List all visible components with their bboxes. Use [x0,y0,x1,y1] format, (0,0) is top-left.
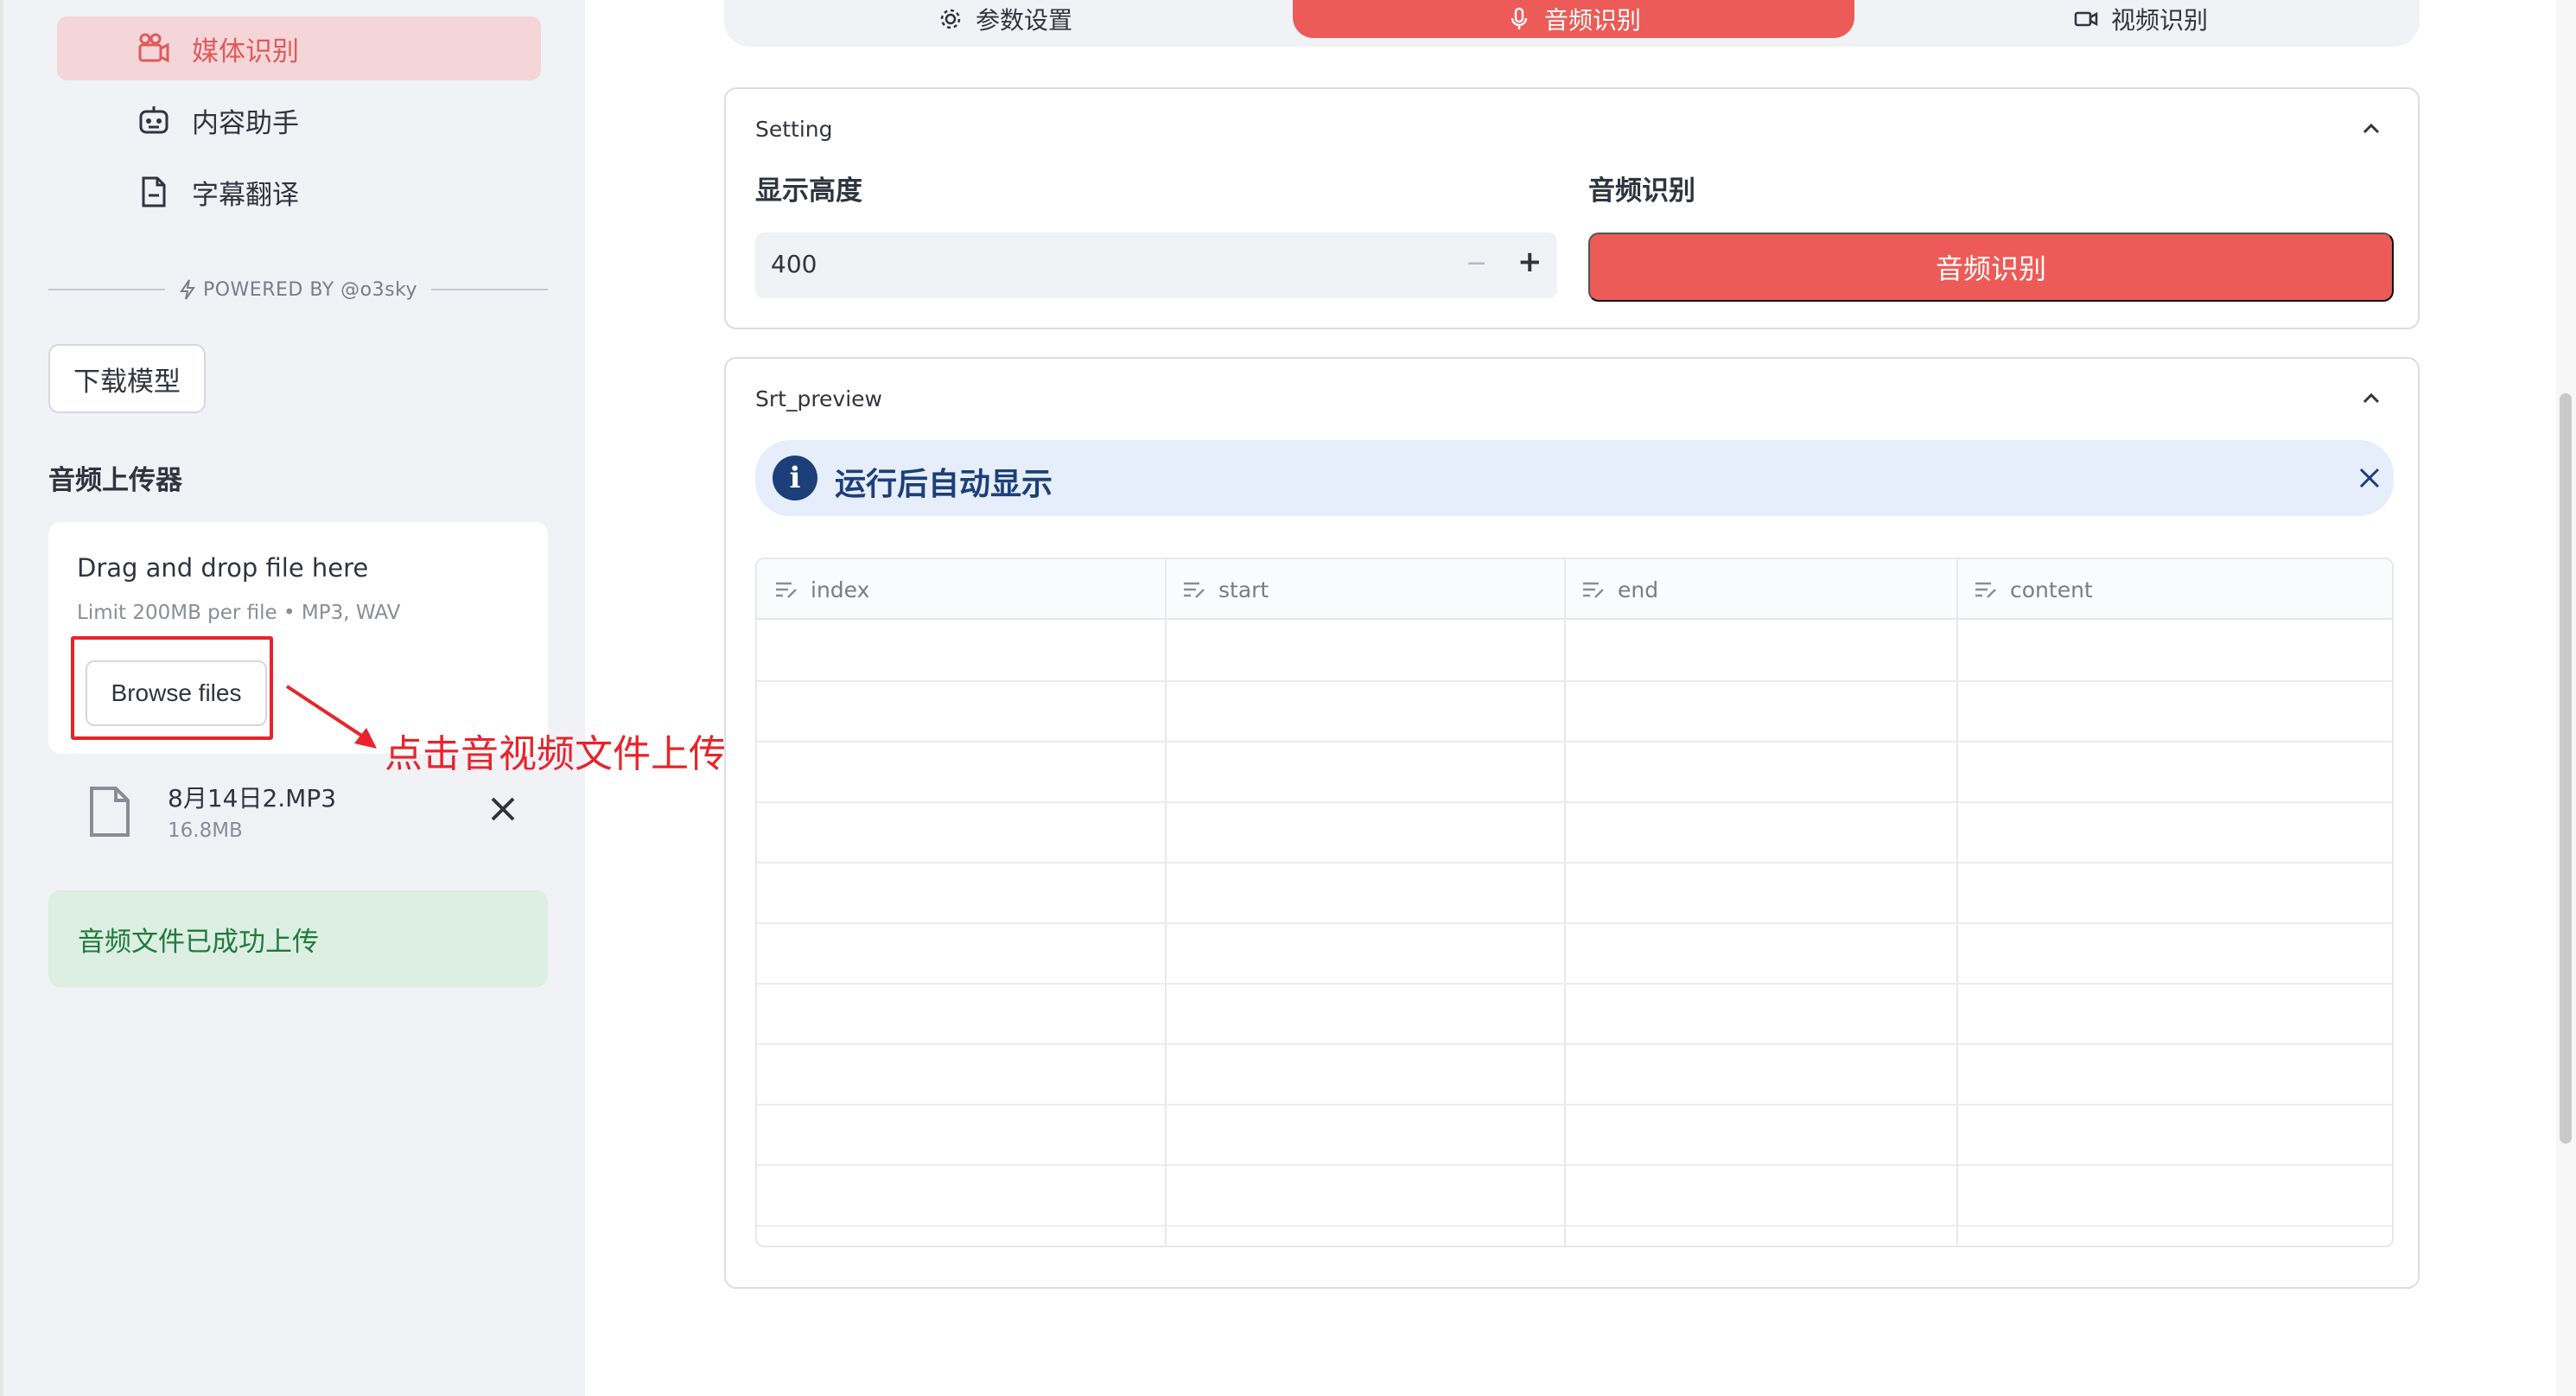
row-divider [757,1225,2392,1227]
row-divider [757,801,2392,803]
row-divider [757,922,2392,924]
media-icon [138,33,169,63]
gear-icon [940,9,961,29]
tab-audio-recognition[interactable]: 音频识别 [1293,0,1854,38]
remove-file-icon[interactable] [486,792,520,826]
setting-card: Setting 显示高度 音频识别 400 − + 音频识别 [724,87,2420,329]
recognize-label: 音频识别 [1588,175,1695,207]
text-column-icon [1975,582,1996,598]
chevron-up-icon[interactable] [2359,117,2383,141]
height-label: 显示高度 [755,175,862,207]
divider [431,289,549,290]
file-size: 16.8MB [168,819,243,842]
info-alert: i 运行后自动显示 [755,440,2394,516]
info-text: 运行后自动显示 [835,467,1053,502]
setting-card-title[interactable]: Setting [755,117,833,142]
tab-parameters[interactable]: 参数设置 [724,0,1286,38]
text-column-icon [1184,582,1205,598]
info-icon: i [773,456,817,500]
audio-recognize-button[interactable]: 音频识别 [1588,233,2394,302]
page-scrollbar-thumb[interactable] [2560,393,2572,1144]
column-divider [1956,559,1958,1246]
decrement-button[interactable]: − [1466,248,1487,278]
row-divider [757,1104,2392,1106]
tab-video-recognition[interactable]: 视频识别 [1861,0,2420,38]
column-header-index[interactable]: index [757,559,869,620]
column-divider [1165,559,1167,1246]
nav-item-label: 媒体识别 [192,35,299,67]
chevron-up-icon[interactable] [2359,386,2383,411]
nav-item-label: 内容助手 [192,107,299,139]
uploader-title: 音频上传器 [48,465,182,496]
srt-preview-card: Srt_preview i 运行后自动显示 index start end co… [724,357,2420,1289]
column-label: end [1618,577,1659,602]
row-divider [757,680,2392,682]
download-model-button[interactable]: 下载模型 [48,344,206,413]
srt-data-grid[interactable]: index start end content [755,558,2394,1247]
microphone-icon [1511,7,1528,29]
annotation-arrow-icon [285,685,377,749]
uploaded-file-item: 8月14日2.MP3 16.8MB [48,769,548,864]
height-value[interactable]: 400 [771,250,817,278]
grid-header: index start end content [757,559,2392,620]
powered-by-text: POWERED BY @o3sky [202,278,418,301]
column-header-content[interactable]: content [1956,559,2093,620]
row-divider [757,741,2392,743]
divider [48,289,165,290]
nav-item-media-recognition[interactable]: 媒体识别 [57,16,541,80]
nav-item-content-assistant[interactable]: 内容助手 [57,88,541,152]
row-divider [757,983,2392,985]
tab-label: 参数设置 [975,6,1072,35]
increment-button[interactable]: + [1517,245,1542,279]
powered-by: POWERED BY @o3sky [48,275,549,304]
column-label: index [811,577,870,602]
row-divider [757,1164,2392,1166]
lightning-icon [180,279,195,300]
text-column-icon [1583,582,1604,598]
upload-success-message: 音频文件已成功上传 [48,890,548,987]
robot-icon [139,106,169,134]
document-icon [142,176,166,207]
close-icon[interactable] [2356,464,2383,492]
column-header-start[interactable]: start [1165,559,1269,620]
file-name: 8月14日2.MP3 [168,784,337,813]
dropzone-limit-text: Limit 200MB per file • MP3, WAV [77,602,401,624]
video-icon [2074,11,2098,27]
tab-bar: 参数设置 音频识别 视频识别 [724,0,2420,47]
column-label: content [2010,577,2093,602]
tab-label: 音频识别 [1543,6,1641,35]
nav-item-label: 字幕翻译 [192,179,299,211]
file-icon [90,787,130,837]
tab-label: 视频识别 [2110,6,2208,35]
row-divider [757,1043,2392,1045]
nav-item-subtitle-translation[interactable]: 字幕翻译 [57,160,541,224]
column-header-end[interactable]: end [1564,559,1658,620]
text-column-icon [776,582,797,598]
column-divider [1564,559,1566,1246]
annotation-text: 点击音视频文件上传 [385,732,727,776]
dropzone-main-text: Drag and drop file here [77,553,369,583]
column-label: start [1218,577,1269,602]
srt-preview-title[interactable]: Srt_preview [755,386,882,411]
height-number-input[interactable]: 400 − + [755,233,1557,298]
annotation-highlight-box [71,636,273,740]
row-divider [757,862,2392,864]
